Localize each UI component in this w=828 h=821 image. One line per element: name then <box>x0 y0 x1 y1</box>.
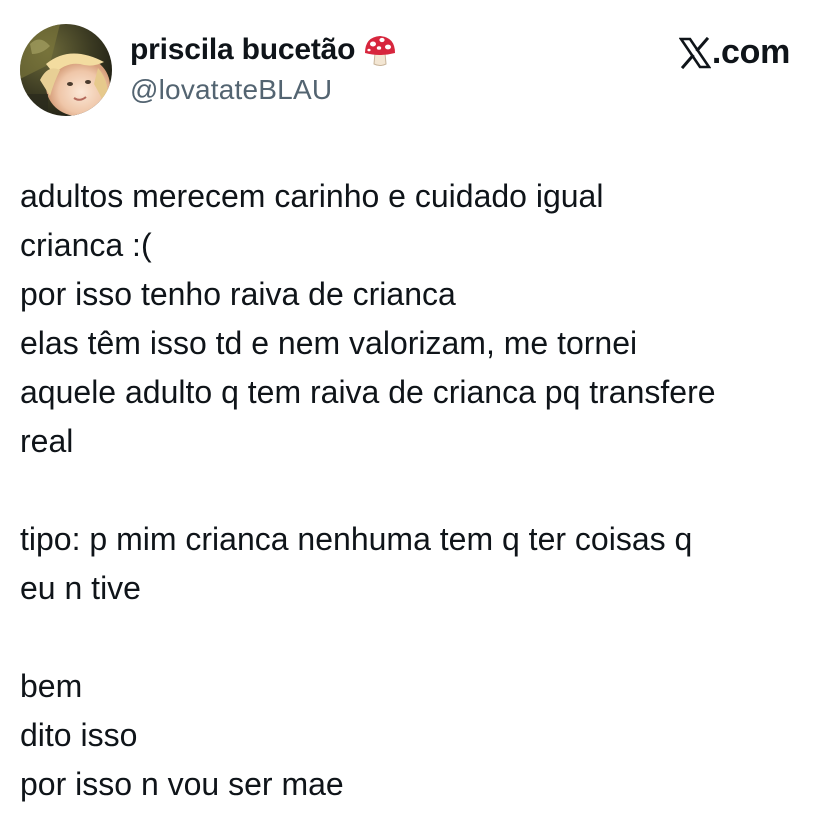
tweet-line: real <box>20 423 74 459</box>
tweet-line: adultos merecem carinho e cuidado igual <box>20 178 604 214</box>
tweet-line: eu n tive <box>20 570 141 606</box>
tweet-line: por isso tenho raiva de crianca <box>20 276 456 312</box>
avatar[interactable] <box>20 24 112 116</box>
x-logo-icon <box>678 36 712 69</box>
tweet-line: tipo: p mim crianca nenhuma tem q ter co… <box>20 521 693 557</box>
tweet-text: adultos merecem carinho e cuidado igual … <box>20 172 820 809</box>
tweet-line: aquele adulto q tem raiva de crianca pq … <box>20 374 716 410</box>
tweet-line: elas têm isso td e nem valorizam, me tor… <box>20 325 638 361</box>
tweet-line: por isso n vou ser mae <box>20 766 344 802</box>
brand-text: .com <box>711 33 790 71</box>
name-row: priscila bucetão <box>130 30 397 70</box>
author-info: priscila bucetão @lovatateBLAU <box>130 30 397 106</box>
tweet-line: dito isso <box>20 717 138 753</box>
avatar-photo <box>20 24 112 116</box>
tweet-line: crianca :( <box>20 227 152 263</box>
handle[interactable]: @lovatateBLAU <box>130 74 397 106</box>
display-name[interactable]: priscila bucetão <box>130 33 355 67</box>
x-brand[interactable]: .com <box>678 33 790 72</box>
tweet-card: priscila bucetão @lovatateBLAU .com adul… <box>0 0 828 821</box>
tweet-line: bem <box>20 668 83 704</box>
mushroom-icon <box>363 33 397 67</box>
